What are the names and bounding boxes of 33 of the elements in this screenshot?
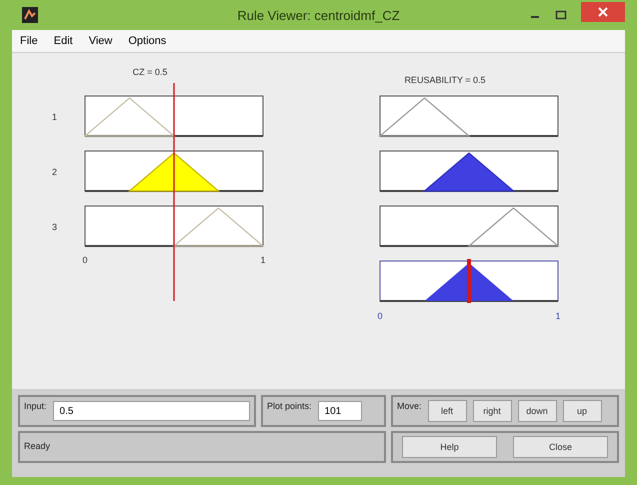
- plot-points-field[interactable]: 101: [318, 401, 362, 421]
- menu-item[interactable]: View: [88, 35, 112, 47]
- move-button[interactable]: right: [472, 400, 512, 422]
- rule-number: 3: [52, 222, 58, 232]
- axis-tick-label: 1: [556, 311, 560, 321]
- input-label: Input:: [24, 401, 47, 411]
- membership-plot[interactable]: [84, 206, 264, 247]
- menu-item[interactable]: Options: [128, 35, 166, 47]
- menu-item[interactable]: Edit: [54, 35, 73, 47]
- move-button[interactable]: down: [518, 400, 557, 422]
- input-field[interactable]: 0.5: [52, 401, 250, 421]
- plot-points-label: Plot points:: [267, 401, 312, 411]
- close-icon: [598, 7, 608, 17]
- menu-item[interactable]: File: [20, 35, 38, 47]
- axis-tick-label: 1: [260, 255, 266, 265]
- dialog-button[interactable]: Help: [402, 436, 497, 458]
- window-title: Rule Viewer: centroidmf_CZ: [236, 8, 401, 22]
- axis-tick-label: 0: [378, 311, 382, 321]
- membership-plot[interactable]: [84, 96, 264, 137]
- dialog-button[interactable]: Close: [513, 436, 608, 458]
- axis-tick-label: 0: [82, 255, 88, 265]
- app-icon: [22, 7, 38, 23]
- move-label: Move:: [397, 401, 422, 411]
- close-button[interactable]: [581, 2, 625, 22]
- rule-number: 2: [52, 167, 58, 177]
- output-variable-label: REUSABILITY = 0.5: [404, 75, 486, 85]
- input-variable-label: CZ = 0.5: [132, 67, 168, 77]
- maximize-icon[interactable]: [555, 9, 567, 21]
- status-text: Ready: [24, 441, 50, 451]
- input-value-line[interactable]: [173, 83, 175, 301]
- move-button[interactable]: left: [428, 400, 467, 422]
- rule-number: 1: [52, 112, 58, 122]
- move-button[interactable]: up: [562, 400, 602, 422]
